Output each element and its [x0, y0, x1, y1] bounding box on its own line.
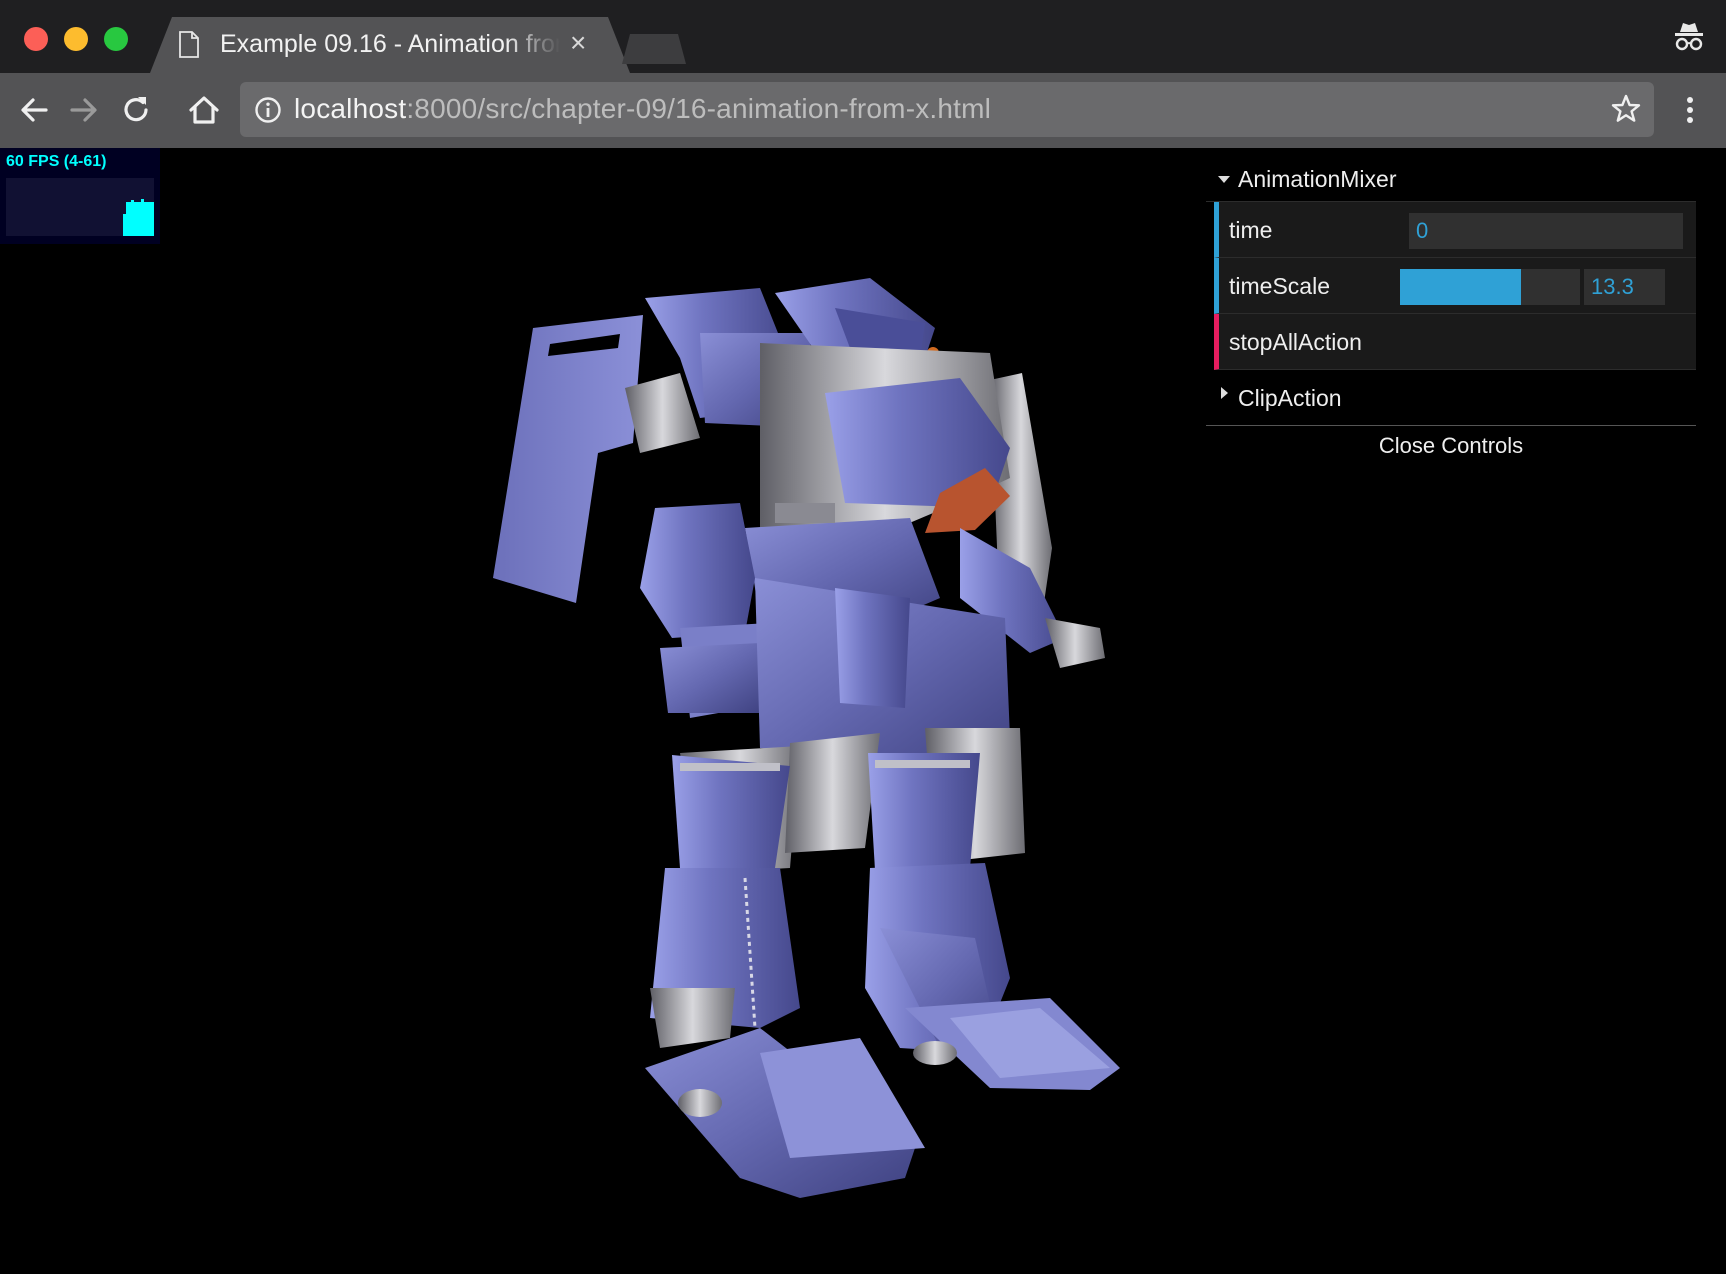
url-path: :8000/src/chapter-09/16-animation-from-x… — [406, 93, 992, 124]
timescale-input[interactable]: 13.3 — [1584, 269, 1665, 305]
time-controller: time 0 — [1214, 202, 1696, 258]
tab-close-icon[interactable]: × — [570, 27, 586, 59]
address-bar[interactable]: localhost:8000/src/chapter-09/16-animati… — [240, 82, 1654, 137]
maximize-window-button[interactable] — [104, 27, 128, 51]
clip-action-title: ClipAction — [1238, 385, 1342, 411]
fps-text: 60 FPS (4-61) — [6, 153, 107, 170]
browser-tab-active[interactable]: Example 09.16 - Animation from x × — [150, 17, 630, 73]
timescale-slider[interactable] — [1400, 269, 1580, 305]
fps-graph-bars — [123, 199, 154, 236]
folder-closed-icon — [1221, 387, 1228, 399]
browser-menu-icon[interactable] — [1678, 92, 1702, 128]
timescale-label: timeScale — [1229, 273, 1330, 299]
browser-toolbar: localhost:8000/src/chapter-09/16-animati… — [0, 73, 1726, 148]
webgl-viewport[interactable]: 60 FPS (4-61) AnimationMixer time 0 time… — [0, 148, 1726, 1274]
gui-controllers: time 0 timeScale 13.3 stopAllAction — [1214, 202, 1696, 370]
reload-icon[interactable] — [118, 92, 154, 128]
folder-open-icon — [1218, 176, 1230, 183]
timescale-slider-fill — [1400, 269, 1521, 305]
url-text[interactable]: localhost:8000/src/chapter-09/16-animati… — [294, 93, 991, 125]
minimize-window-button[interactable] — [64, 27, 88, 51]
forward-icon[interactable] — [66, 92, 102, 128]
stop-all-action-label: stopAllAction — [1229, 329, 1362, 355]
time-label: time — [1229, 217, 1273, 243]
dat-gui-panel: AnimationMixer time 0 timeScale 13.3 sto… — [1206, 156, 1696, 466]
stop-all-action-button[interactable]: stopAllAction — [1214, 314, 1696, 370]
bookmark-star-icon[interactable] — [1610, 93, 1642, 125]
browser-titlebar: Example 09.16 - Animation from x × — [0, 0, 1726, 73]
tab-title: Example 09.16 - Animation from x — [220, 30, 560, 58]
info-icon[interactable] — [254, 96, 282, 124]
close-controls-button[interactable]: Close Controls — [1206, 426, 1696, 466]
folder-title: AnimationMixer — [1238, 166, 1397, 192]
back-icon[interactable] — [16, 92, 52, 128]
incognito-icon — [1675, 23, 1703, 51]
clip-action-folder[interactable]: ClipAction — [1206, 370, 1696, 426]
fps-stats-panel[interactable]: 60 FPS (4-61) — [0, 148, 160, 244]
close-window-button[interactable] — [24, 27, 48, 51]
animation-mixer-folder[interactable]: AnimationMixer — [1206, 156, 1696, 202]
fps-graph — [6, 178, 154, 236]
home-icon[interactable] — [186, 92, 222, 128]
page-icon — [179, 31, 199, 58]
url-host: localhost — [294, 93, 407, 124]
timescale-controller: timeScale 13.3 — [1214, 258, 1696, 314]
time-input[interactable]: 0 — [1409, 213, 1683, 249]
new-tab-button[interactable] — [622, 34, 686, 64]
